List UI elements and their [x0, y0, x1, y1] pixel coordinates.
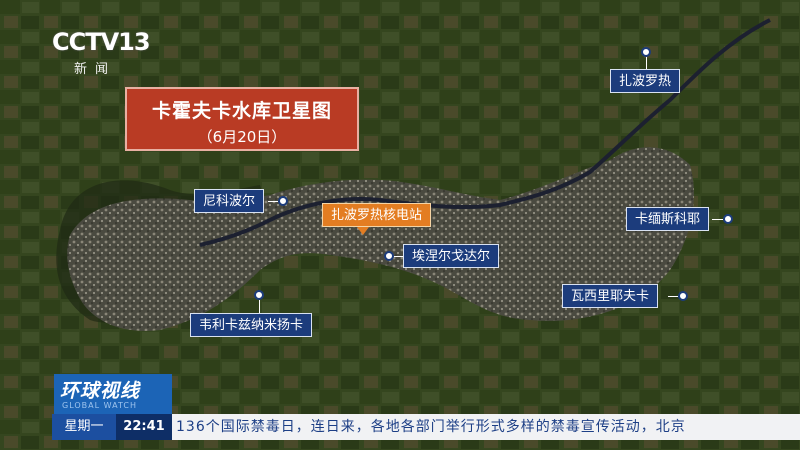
enerhodar-stem — [394, 256, 403, 257]
label-enerhodar: 埃涅尔戈达尔 — [403, 244, 500, 268]
npp-pointer — [357, 227, 369, 235]
kamianka-stem — [712, 219, 723, 220]
map-title: 卡霍夫卡水库卫星图 — [151, 100, 332, 122]
program-brand: 环球视线 GLOBAL WATCH — [54, 374, 172, 416]
logo-mark: CCTV13 — [52, 28, 151, 56]
label-vasylivka: 瓦西里耶夫卡 — [562, 284, 659, 308]
velyka-stem — [259, 300, 260, 313]
label-velyka: 韦利卡兹纳米扬卡 — [190, 313, 313, 337]
vasylivka-marker — [678, 291, 688, 301]
ticker-time: 22:41 — [116, 414, 172, 440]
cctv13-logo: CCTV13 新闻 — [52, 28, 162, 83]
logo-subtitle: 新闻 — [74, 62, 117, 77]
label-kamianka: 卡缅斯科耶 — [626, 207, 710, 231]
enerhodar-marker — [384, 251, 394, 261]
nikopol-marker — [278, 196, 288, 206]
vasylivka-stem — [668, 296, 678, 297]
news-ticker: 星期一 22:41 136个国际禁毒日，连日来，各地各部门举行形式多样的禁毒宣传… — [52, 414, 800, 440]
velyka-marker — [254, 290, 264, 300]
map-stage: CCTV13 新闻 卡霍夫卡水库卫星图 （6月20日） 扎波罗热 尼科波尔 扎波… — [0, 0, 800, 450]
zaporizhzhia-marker — [641, 47, 651, 57]
program-name: 环球视线 — [60, 380, 141, 402]
nikopol-stem — [268, 201, 278, 202]
ticker-text: 136个国际禁毒日，连日来，各地各部门举行形式多样的禁毒宣传活动，北京 — [176, 419, 686, 435]
label-nikopol: 尼科波尔 — [194, 189, 265, 213]
zaporizhzhia-stem — [646, 57, 647, 69]
ticker-day: 星期一 — [52, 414, 116, 440]
map-date: （6月20日） — [197, 128, 287, 146]
program-english-name: GLOBAL WATCH — [62, 401, 137, 410]
label-zaporizhzhia: 扎波罗热 — [610, 69, 681, 93]
kamianka-marker — [723, 214, 733, 224]
label-npp: 扎波罗热核电站 — [322, 203, 432, 227]
map-title-box: 卡霍夫卡水库卫星图 （6月20日） — [125, 87, 359, 151]
